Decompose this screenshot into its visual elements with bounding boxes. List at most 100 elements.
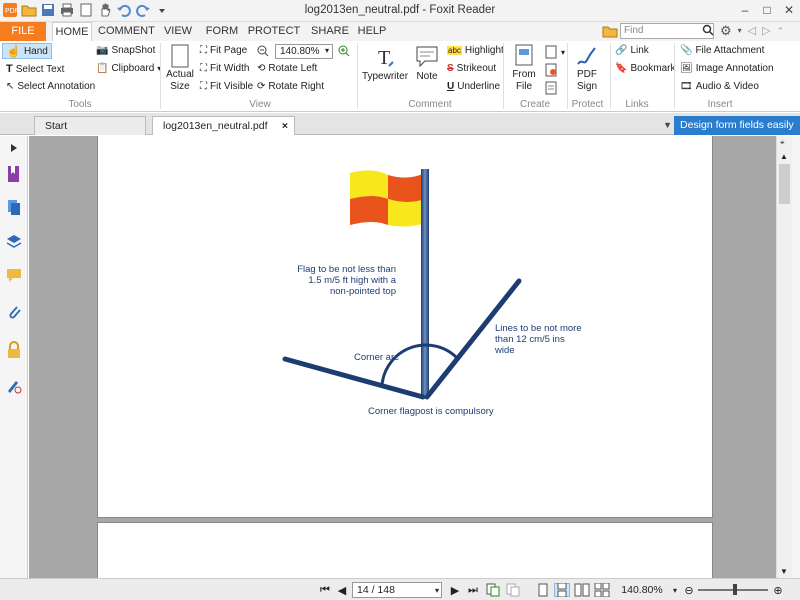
tab-file[interactable]: FILE <box>0 22 46 41</box>
layers-icon[interactable] <box>4 232 24 252</box>
chevron-down-icon[interactable]: ▼ <box>663 120 672 130</box>
create-clipboard-icon[interactable] <box>544 81 558 95</box>
tab-share[interactable]: SHARE <box>308 22 352 41</box>
close-icon[interactable]: ✕ <box>778 0 800 20</box>
title-bar: PDF log2013en_neutral.pdf - Foxit Reader… <box>0 0 800 22</box>
chevron-down-icon[interactable]: ▾ <box>432 583 442 597</box>
zoom-out-icon[interactable] <box>257 45 269 57</box>
first-page-icon[interactable]: ⏮ <box>318 583 332 597</box>
tab-help[interactable]: HELP <box>356 22 388 41</box>
tab-document[interactable]: log2013en_neutral.pdf × <box>152 116 295 135</box>
tab-comment[interactable]: COMMENT <box>98 22 155 41</box>
comments-icon[interactable] <box>4 266 24 286</box>
group-label-tools: Tools <box>68 99 92 110</box>
note-button[interactable]: Note <box>412 44 442 82</box>
last-page-icon[interactable]: ⏭ <box>466 583 480 597</box>
paperclip-icon: 📎 <box>680 45 693 56</box>
clipboard-button[interactable]: 📋 Clipboard ▾ <box>96 63 161 74</box>
rotate-left-button[interactable]: ⟲ Rotate Left <box>257 63 317 74</box>
separator <box>160 43 161 109</box>
split-icon[interactable]: ⌖ <box>780 138 785 148</box>
previous-view-icon[interactable] <box>486 583 500 597</box>
search-icon[interactable] <box>702 24 714 39</box>
navigation-panel <box>0 136 28 578</box>
select-annotation-button[interactable]: ↖ Select Annotation <box>6 81 95 92</box>
window-title: log2013en_neutral.pdf - Foxit Reader <box>304 4 496 16</box>
rotate-right-button[interactable]: ⟳ Rotate Right <box>257 81 324 92</box>
actual-size-button[interactable]: Actual Size <box>165 44 195 92</box>
group-label-protect: Protect <box>571 99 604 110</box>
chevron-down-icon: ▾ <box>561 47 566 57</box>
folder-search-icon[interactable] <box>602 23 618 42</box>
typewriter-button[interactable]: T Typewriter <box>362 44 408 82</box>
link-button[interactable]: 🔗 Link <box>615 45 649 56</box>
image-annotation-button[interactable]: 🖼 Image Annotation <box>680 63 774 74</box>
bookmark-icon: 🔖 <box>615 63 628 74</box>
create-scanner-icon[interactable] <box>544 63 558 77</box>
continuous-page-icon[interactable] <box>554 583 570 597</box>
chevron-down-icon[interactable]: ▾ <box>670 583 680 597</box>
expand-panel-icon[interactable] <box>4 138 24 158</box>
pdf-sign-button[interactable]: PDF Sign <box>572 44 602 92</box>
attachments-icon[interactable] <box>4 302 24 322</box>
close-tab-icon[interactable]: × <box>282 117 288 135</box>
scrollbar-thumb[interactable] <box>779 164 790 204</box>
scroll-down-icon[interactable]: ▼ <box>780 567 788 576</box>
file-attachment-button[interactable]: 📎 File Attachment <box>680 45 764 56</box>
previous-page-icon[interactable]: ◀ <box>336 583 348 597</box>
zoom-slider-handle[interactable] <box>733 584 737 595</box>
promo-banner[interactable]: Design form fields easily <box>674 116 800 135</box>
fit-page-button[interactable]: ⛶ Fit Page <box>200 45 247 56</box>
media-icon: 🎞 <box>680 81 693 92</box>
maximize-icon[interactable]: □ <box>756 0 778 20</box>
status-bar: ⏮ ◀ 14 / 148 ▾ ▶ ⏭ 140.80% ▾ ⊖ ⊕ <box>0 578 800 600</box>
bookmark-button[interactable]: 🔖 Bookmark <box>615 63 675 74</box>
select-text-icon: T <box>6 63 13 75</box>
security-lock-icon[interactable] <box>4 340 24 360</box>
zoom-level-label: 140.80% <box>621 584 663 596</box>
fit-width-button[interactable]: ⛶ Fit Width <box>200 63 249 74</box>
vertical-scrollbar[interactable]: ⌖ ▲ ▼ <box>776 136 792 578</box>
document-viewport[interactable]: Flag to be not less than 1.5 m/5 ft high… <box>29 136 776 578</box>
tab-protect[interactable]: PROTECT <box>246 22 302 41</box>
tab-home[interactable]: HOME <box>52 22 92 41</box>
fit-visible-icon: ⛶ <box>200 81 207 92</box>
pages-icon[interactable] <box>4 198 24 218</box>
back-icon[interactable]: ◁ <box>748 22 756 40</box>
zoom-in-icon[interactable]: ⊕ <box>772 583 784 597</box>
page-number-input[interactable]: 14 / 148 <box>352 582 442 598</box>
forward-icon[interactable]: ▷ <box>762 22 770 40</box>
create-blank-icon[interactable]: ▾ <box>544 45 565 59</box>
facing-pages-icon[interactable] <box>574 583 590 597</box>
find-input[interactable]: Find <box>620 23 714 39</box>
snapshot-button[interactable]: 📷 SnapShot <box>96 45 155 56</box>
fit-visible-button[interactable]: ⛶ Fit Visible <box>200 81 253 92</box>
single-page-icon[interactable] <box>536 583 550 597</box>
fit-width-icon: ⛶ <box>200 63 207 74</box>
collapse-ribbon-icon[interactable]: ⌃ <box>777 22 785 40</box>
next-view-icon[interactable] <box>506 583 520 597</box>
hand-tool-button[interactable]: ☝ Hand <box>2 43 52 59</box>
underline-button[interactable]: U Underline <box>447 81 500 92</box>
zoom-in-icon[interactable] <box>338 45 350 57</box>
gear-icon[interactable]: ⚙ <box>720 22 732 40</box>
separator <box>357 43 358 109</box>
continuous-facing-icon[interactable] <box>594 583 610 597</box>
strikeout-button[interactable]: S Strikeout <box>447 63 496 74</box>
select-text-button[interactable]: T Select Text <box>6 63 64 75</box>
signature-icon[interactable] <box>4 376 24 396</box>
highlight-button[interactable]: abc Highlight <box>447 45 504 56</box>
scroll-up-icon[interactable]: ▲ <box>780 152 788 161</box>
zoom-out-icon[interactable]: ⊖ <box>683 583 695 597</box>
from-file-button[interactable]: From File <box>508 44 540 92</box>
bookmarks-icon[interactable] <box>4 164 24 184</box>
fit-page-icon: ⛶ <box>200 45 207 56</box>
tab-view[interactable]: VIEW <box>160 22 196 41</box>
chevron-down-icon[interactable]: ▾ <box>325 46 329 55</box>
chevron-down-icon[interactable]: ▾ <box>738 22 742 40</box>
minimize-icon[interactable]: – <box>734 0 756 20</box>
tab-start[interactable]: Start <box>34 116 146 135</box>
audio-video-button[interactable]: 🎞 Audio & Video <box>680 81 759 92</box>
tab-form[interactable]: FORM <box>204 22 240 41</box>
next-page-icon[interactable]: ▶ <box>449 583 461 597</box>
